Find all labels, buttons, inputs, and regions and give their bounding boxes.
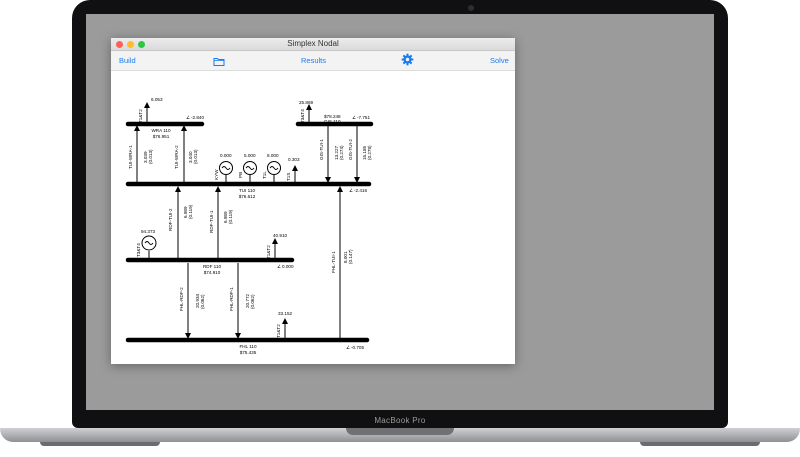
line-tui-wra-2-name: TUI-WRA-2	[174, 145, 179, 169]
single-line-diagram: WRA 110 $76.951 ∠ -2.840 $78.248 GIS 110…	[125, 97, 374, 355]
line-gis-tui-2[interactable]: GIS-TUI-2 15.185 (0.278)	[348, 126, 372, 183]
line-fhl-tui-1-name: FHL-TUI-1	[331, 251, 336, 273]
bus-rdf-angle: 0.000	[282, 264, 294, 269]
device-label: MacBook Pro	[374, 416, 426, 425]
line-rdf-tui-2-name: RDF-TUI-2	[168, 208, 173, 231]
bus-gis-angle: -7.751	[357, 115, 370, 120]
bus-rdf-voltage: $74.910	[204, 270, 221, 275]
line-gis-tui-1-name: GIS-TUI-1	[319, 139, 324, 160]
folder-icon[interactable]	[213, 54, 225, 72]
bus-wra-angle: -2.840	[191, 115, 204, 120]
solve-button[interactable]: Solve	[490, 56, 509, 65]
line-tui-wra-1-name: TUI-WRA-1	[128, 145, 133, 169]
bus-tui-name: TUI 110	[239, 188, 255, 193]
results-button[interactable]: Results	[301, 56, 326, 65]
line-fhl-rdf-1[interactable]: FHL-RDF-1 20.772 (0.062)	[229, 263, 255, 339]
line-rdf-tui-2-loss: (0.119)	[188, 204, 193, 219]
diagram-canvas: WRA 110 $76.951 ∠ -2.840 $78.248 GIS 110…	[111, 71, 515, 364]
bus-fhl-voltage: $75.435	[240, 350, 257, 355]
load-rdf-t1t2-label: T1&T2	[266, 245, 271, 259]
app-window: Simplex Nodal Build Results Solve WRA 11…	[111, 38, 515, 364]
line-gis-tui-1-loss: (0.274)	[339, 145, 344, 160]
line-fhl-tui-1[interactable]: FHL-TUI-1 8.001 (0.147)	[331, 186, 353, 338]
line-tui-wra-1[interactable]: TUI-WRA-1 3.039 (0.013)	[128, 125, 153, 182]
line-fhl-rdf-1-name: FHL-RDF-1	[229, 287, 234, 311]
bus-wra-angle-icon: ∠	[186, 115, 190, 120]
bus-tui-angle: -2.416	[354, 188, 367, 193]
generator-kyw[interactable]: 0.000 KYW	[214, 153, 233, 182]
bus-gis-angle-icon: ∠	[352, 115, 356, 120]
camera-icon	[468, 5, 474, 11]
line-gis-tui-1[interactable]: GIS-TUI-1 13.227 (0.274)	[319, 126, 344, 183]
bus-rdf-name: RDF 110	[203, 264, 221, 269]
line-fhl-tui-1-loss: (0.147)	[348, 249, 353, 264]
laptop-foot-left	[40, 442, 160, 446]
load-fhl-t1t2-label: T1&T2	[276, 324, 281, 338]
load-rdf-t1t2[interactable]: 40.910 T1&T2	[266, 233, 287, 259]
bus-wra-voltage: $76.951	[153, 134, 170, 139]
generator-rdf-t3t4-value: 94.373	[141, 229, 155, 234]
line-tui-wra-2[interactable]: TUI-WRA-2 3.040 (0.013)	[174, 125, 198, 182]
line-rdf-tui-1-loss: (0.119)	[228, 209, 233, 224]
load-tui-t1s-label: T1S	[286, 173, 291, 181]
load-gis-t3t4-label: T3&T4	[300, 109, 305, 123]
generator-pb-label: PB	[238, 172, 243, 178]
bus-rdf-angle-icon: ∠	[277, 264, 281, 269]
line-tui-wra-2-loss: (0.013)	[193, 149, 198, 164]
line-gis-tui-2-loss: (0.278)	[367, 145, 372, 160]
generator-kyw-value: 0.000	[220, 153, 232, 158]
line-rdf-tui-1-name: RDF-TUI-1	[209, 210, 214, 233]
generator-pb[interactable]: 5.000 PB	[238, 153, 257, 182]
load-rdf-t1t2-value: 40.910	[273, 233, 287, 238]
title-bar[interactable]: Simplex Nodal	[111, 38, 515, 51]
bus-fhl-angle-icon: ∠	[346, 345, 350, 350]
window-title: Simplex Nodal	[287, 39, 339, 48]
build-button[interactable]: Build	[119, 56, 136, 65]
load-fhl-t1t2[interactable]: 33.152 T1&T2	[276, 311, 292, 338]
load-tui-t1s[interactable]: 0.303 T1S	[286, 157, 300, 182]
bus-fhl-angle: -0.705	[351, 345, 364, 350]
line-rdf-tui-2[interactable]: RDF-TUI-2 6.989 (0.119)	[168, 186, 193, 258]
line-fhl-rdf-2-name: FHL-RDF-2	[179, 287, 184, 311]
generator-t1l-label: T1L	[262, 171, 267, 179]
line-tui-wra-1-loss: (0.013)	[148, 149, 153, 164]
bus-wra-name: WRA 110	[151, 128, 171, 133]
load-wra-t1t2-value: 6.053	[151, 97, 163, 102]
generator-t1l-value: 8.000	[267, 153, 279, 158]
bus-tui-voltage: $76.612	[239, 194, 256, 199]
line-fhl-rdf-2[interactable]: FHL-RDF-2 20.934 (0.062)	[179, 263, 205, 339]
laptop-foot-right	[640, 442, 760, 446]
load-gis-t3t4-value: 25.869	[299, 100, 313, 105]
toolbar: Build Results Solve	[111, 51, 515, 71]
bus-gis-name: GIS 110	[324, 119, 341, 124]
generator-rdf-t3t4[interactable]: 94.373 T3&T4	[136, 229, 157, 258]
line-fhl-rdf-1-loss: (0.062)	[250, 294, 255, 309]
load-wra-t1t2[interactable]: 6.053 T1&T2	[138, 97, 163, 123]
generator-kyw-label: KYW	[214, 169, 219, 180]
bus-fhl-name: FHL 110	[239, 344, 257, 349]
bus-tui-angle-icon: ∠	[349, 188, 353, 193]
line-fhl-rdf-2-loss: (0.062)	[200, 294, 205, 309]
generator-rdf-t3t4-label: T3&T4	[136, 243, 141, 257]
generator-pb-value: 5.000	[244, 153, 256, 158]
load-fhl-t1t2-value: 33.152	[278, 311, 292, 316]
line-gis-tui-2-name: GIS-TUI-2	[348, 139, 353, 160]
line-rdf-tui-1[interactable]: RDF-TUI-1 6.989 (0.119)	[209, 186, 233, 258]
load-gis-t3t4[interactable]: 25.869 T3&T4	[299, 100, 313, 123]
gear-icon[interactable]	[401, 53, 414, 71]
lid-notch	[346, 428, 454, 435]
load-wra-t1t2-label: T1&T2	[138, 109, 143, 123]
load-tui-t1s-value: 0.303	[288, 157, 300, 162]
generator-t1l[interactable]: 8.000 T1L	[262, 153, 281, 182]
